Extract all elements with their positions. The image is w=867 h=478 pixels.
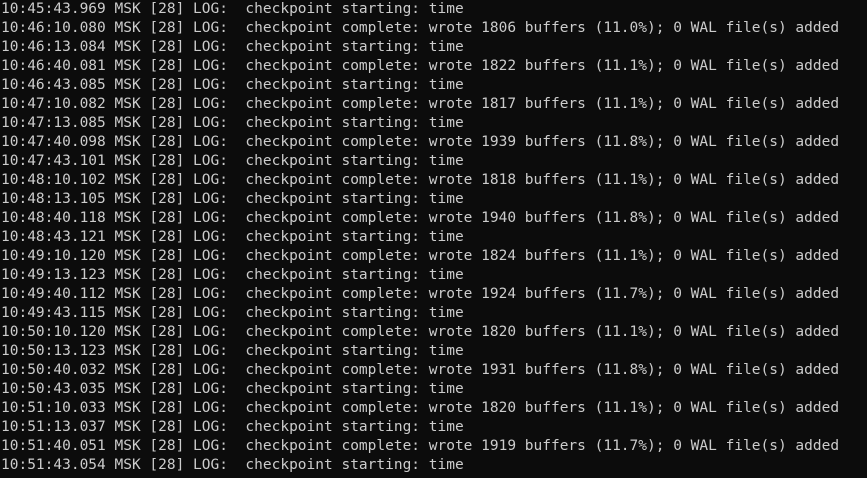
log-line: 10:48:43.121 MSK [28] LOG: checkpoint st… bbox=[1, 229, 464, 245]
log-line: 10:50:10.120 MSK [28] LOG: checkpoint co… bbox=[1, 324, 840, 340]
log-line: 10:46:10.080 MSK [28] LOG: checkpoint co… bbox=[1, 20, 840, 36]
log-line: 10:51:10.033 MSK [28] LOG: checkpoint co… bbox=[1, 400, 840, 416]
log-line: 10:51:43.054 MSK [28] LOG: checkpoint st… bbox=[1, 457, 464, 473]
log-line: 10:47:40.098 MSK [28] LOG: checkpoint co… bbox=[1, 134, 840, 150]
terminal-output[interactable]: 10:45:43.969 MSK [28] LOG: checkpoint st… bbox=[0, 0, 867, 478]
log-line: 10:49:13.123 MSK [28] LOG: checkpoint st… bbox=[1, 267, 464, 283]
log-line: 10:46:13.084 MSK [28] LOG: checkpoint st… bbox=[1, 39, 464, 55]
log-line: 10:48:13.105 MSK [28] LOG: checkpoint st… bbox=[1, 191, 464, 207]
log-line: 10:46:40.081 MSK [28] LOG: checkpoint co… bbox=[1, 58, 840, 74]
log-line: 10:47:13.085 MSK [28] LOG: checkpoint st… bbox=[1, 115, 464, 131]
log-line: 10:50:43.035 MSK [28] LOG: checkpoint st… bbox=[1, 381, 464, 397]
log-line: 10:47:10.082 MSK [28] LOG: checkpoint co… bbox=[1, 96, 840, 112]
log-line: 10:49:43.115 MSK [28] LOG: checkpoint st… bbox=[1, 305, 464, 321]
log-line: 10:49:10.120 MSK [28] LOG: checkpoint co… bbox=[1, 248, 840, 264]
log-line: 10:50:13.123 MSK [28] LOG: checkpoint st… bbox=[1, 343, 464, 359]
log-line: 10:51:13.037 MSK [28] LOG: checkpoint st… bbox=[1, 419, 464, 435]
log-line: 10:50:40.032 MSK [28] LOG: checkpoint co… bbox=[1, 362, 840, 378]
log-line: 10:46:43.085 MSK [28] LOG: checkpoint st… bbox=[1, 77, 464, 93]
log-line: 10:45:43.969 MSK [28] LOG: checkpoint st… bbox=[1, 1, 464, 17]
log-line: 10:49:40.112 MSK [28] LOG: checkpoint co… bbox=[1, 286, 840, 302]
log-line: 10:51:40.051 MSK [28] LOG: checkpoint co… bbox=[1, 438, 840, 454]
log-line: 10:48:40.118 MSK [28] LOG: checkpoint co… bbox=[1, 210, 840, 226]
log-line: 10:48:10.102 MSK [28] LOG: checkpoint co… bbox=[1, 172, 840, 188]
log-line: 10:47:43.101 MSK [28] LOG: checkpoint st… bbox=[1, 153, 464, 169]
